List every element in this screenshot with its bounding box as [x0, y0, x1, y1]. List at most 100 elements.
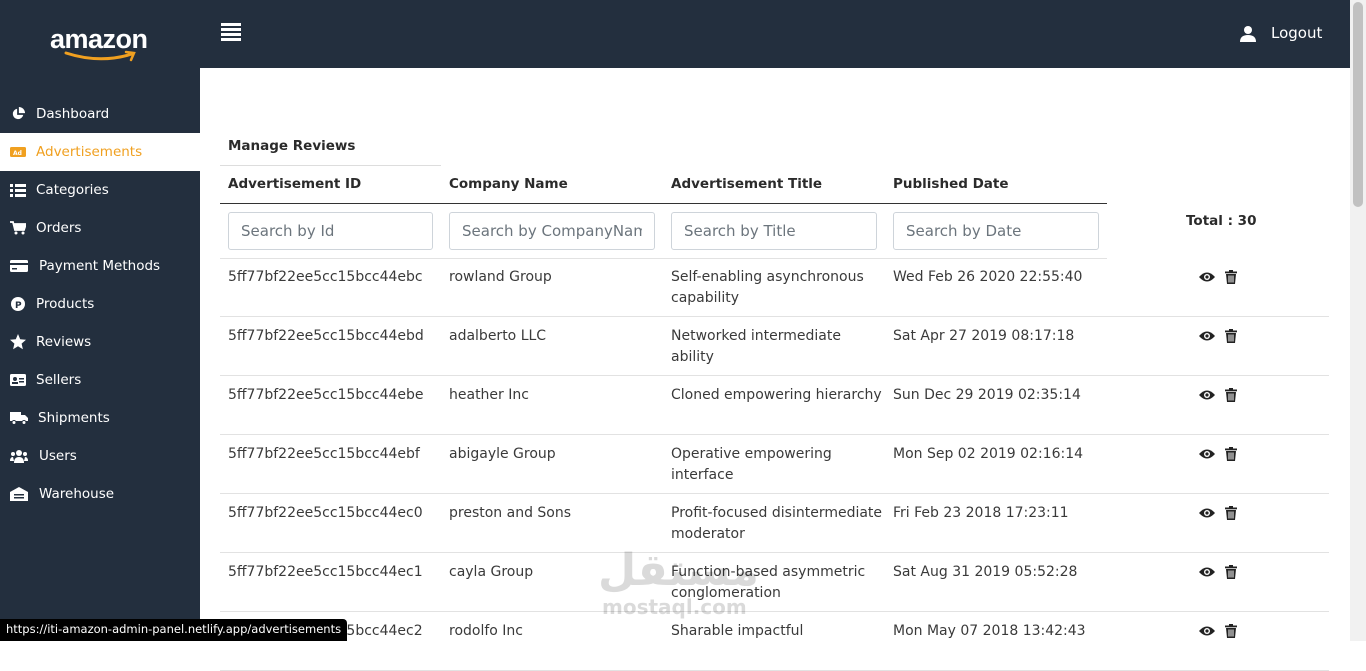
sidebar-item-label: Advertisements	[36, 144, 143, 160]
view-eye-icon[interactable]	[1199, 329, 1215, 343]
mostaql-watermark: مستقل mostaql.com	[598, 545, 759, 625]
sidebar-item-warehouse[interactable]: Warehouse	[0, 475, 200, 513]
cart-icon	[10, 221, 26, 235]
sidebar-item-label: Payment Methods	[39, 258, 161, 274]
delete-trash-icon[interactable]	[1223, 270, 1239, 284]
sidebar-item-advertisements[interactable]: Ad Advertisements	[0, 133, 200, 171]
search-date-input[interactable]	[893, 212, 1099, 250]
sidebar-item-label: Shipments	[38, 410, 110, 426]
row-company: adalberto LLC	[449, 328, 547, 344]
sidebar-item-label: Users	[39, 448, 77, 464]
list-icon	[10, 184, 26, 197]
sidebar-item-shipments[interactable]: Shipments	[0, 399, 200, 437]
hamburger-icon[interactable]	[221, 23, 241, 43]
sidebar-item-label: Reviews	[36, 334, 92, 350]
svg-text:Ad: Ad	[13, 150, 22, 157]
amazon-smile-logo	[64, 50, 136, 62]
view-eye-icon[interactable]	[1199, 447, 1215, 461]
sidebar-item-orders[interactable]: Orders	[0, 209, 200, 247]
row-title: Networked intermediate ability	[671, 328, 841, 365]
row-title: Self-enabling asynchronous capability	[671, 269, 864, 306]
row-id: 5ff77bf22ee5cc15bcc44ec0	[228, 505, 423, 521]
row-company: preston and Sons	[449, 505, 572, 521]
search-title-input[interactable]	[671, 212, 877, 250]
svg-text:P: P	[15, 301, 22, 311]
view-eye-icon[interactable]	[1199, 388, 1215, 402]
scrollbar-thumb[interactable]	[1353, 2, 1363, 207]
sidebar-item-label: Products	[36, 296, 95, 312]
sidebar-item-products[interactable]: P Products	[0, 285, 200, 323]
table-row: 5ff77bf22ee5cc15bcc44ec1 cayla Group Funct…	[220, 553, 1329, 612]
sidebar-item-categories[interactable]: Categories	[0, 171, 200, 209]
table-row: 5ff77bf22ee5cc15bcc44ec2rodolfo IncShara…	[220, 612, 1329, 671]
row-date: Sat Aug 31 2019 05:52:28	[893, 564, 1078, 580]
warehouse-icon	[10, 487, 28, 501]
top-navbar: amazon Logout	[0, 0, 1350, 68]
delete-trash-icon[interactable]	[1223, 565, 1239, 579]
row-date: Mon May 07 2018 13:42:43	[893, 623, 1086, 639]
watermark-latin: mostaql.com	[602, 595, 747, 619]
section-title: Manage Reviews	[228, 138, 356, 154]
table-row: 5ff77bf22ee5cc15bcc44ec0 preston and Sons…	[220, 494, 1329, 553]
row-company: abigayle Group	[449, 446, 556, 462]
row-date: Fri Feb 23 2018 17:23:11	[893, 505, 1069, 521]
sidebar-item-label: Sellers	[36, 372, 82, 388]
row-date: Sat Apr 27 2019 08:17:18	[893, 328, 1075, 344]
column-header-date: Published Date	[893, 176, 1009, 192]
row-date: Sun Dec 29 2019 02:35:14	[893, 387, 1081, 403]
column-header-title: Advertisement Title	[671, 176, 823, 192]
row-title: Cloned empowering hierarchy	[671, 387, 882, 403]
pie-chart-icon	[12, 107, 25, 120]
watermark-arabic: مستقل	[598, 545, 759, 596]
row-title: Operative empowering interface	[671, 446, 832, 483]
table-row: 5ff77bf22ee5cc15bcc44ebe heather Inc Clone…	[220, 376, 1329, 435]
users-icon	[10, 450, 28, 463]
status-bar-url: https://iti-amazon-admin-panel.netlify.a…	[0, 619, 348, 641]
delete-trash-icon[interactable]	[1223, 624, 1239, 638]
header-divider	[220, 203, 1107, 204]
sidebar-item-label: Dashboard	[36, 106, 110, 122]
title-divider	[220, 165, 441, 166]
sidebar-item-label: Orders	[36, 220, 82, 236]
table-row: 5ff77bf22ee5cc15bcc44ebc rowland Group Sel…	[220, 258, 1329, 317]
view-eye-icon[interactable]	[1199, 506, 1215, 520]
sidebar-item-sellers[interactable]: Sellers	[0, 361, 200, 399]
sidebar-item-users[interactable]: Users	[0, 437, 200, 475]
view-eye-icon[interactable]	[1199, 270, 1215, 284]
view-eye-icon[interactable]	[1199, 624, 1215, 638]
star-icon	[10, 334, 26, 350]
sidebar-item-dashboard[interactable]: Dashboard	[0, 95, 200, 133]
sidebar-item-reviews[interactable]: Reviews	[0, 323, 200, 361]
delete-trash-icon[interactable]	[1223, 329, 1239, 343]
row-company: rowland Group	[449, 269, 552, 285]
table-row: 5ff77bf22ee5cc15bcc44ebd adalberto LLC Net…	[220, 317, 1329, 376]
total-count: Total : 30	[1186, 213, 1257, 229]
delete-trash-icon[interactable]	[1223, 447, 1239, 461]
vertical-scrollbar[interactable]	[1350, 0, 1366, 641]
column-header-id: Advertisement ID	[228, 176, 362, 192]
row-title: Profit-focused disintermediate moderator	[671, 505, 883, 542]
row-id: 5ff77bf22ee5cc15bcc44ebf	[228, 446, 420, 462]
product-icon: P	[11, 297, 25, 311]
search-id-input[interactable]	[228, 212, 433, 250]
table-row: 5ff77bf22ee5cc15bcc44ebf abigayle Group Op…	[220, 435, 1329, 494]
ad-icon: Ad	[10, 147, 26, 157]
column-header-company: Company Name	[449, 176, 568, 192]
row-id: 5ff77bf22ee5cc15bcc44ebd	[228, 328, 424, 344]
search-company-input[interactable]	[449, 212, 655, 250]
view-eye-icon[interactable]	[1199, 565, 1215, 579]
truck-icon	[10, 412, 28, 425]
row-id: 5ff77bf22ee5cc15bcc44ebe	[228, 387, 424, 403]
delete-trash-icon[interactable]	[1223, 506, 1239, 520]
delete-trash-icon[interactable]	[1223, 388, 1239, 402]
sidebar-item-payment-methods[interactable]: Payment Methods	[0, 247, 200, 285]
row-date: Wed Feb 26 2020 22:55:40	[893, 269, 1083, 285]
logout-button[interactable]: Logout	[1271, 24, 1322, 42]
id-card-icon	[10, 374, 26, 386]
sidebar-item-label: Categories	[36, 182, 109, 198]
sidebar-item-label: Warehouse	[39, 486, 115, 502]
credit-card-icon	[10, 260, 28, 272]
sidebar: Dashboard Ad Advertisements Categories O…	[0, 68, 200, 641]
row-company: heather Inc	[449, 387, 529, 403]
row-id: 5ff77bf22ee5cc15bcc44ec1	[228, 564, 423, 580]
